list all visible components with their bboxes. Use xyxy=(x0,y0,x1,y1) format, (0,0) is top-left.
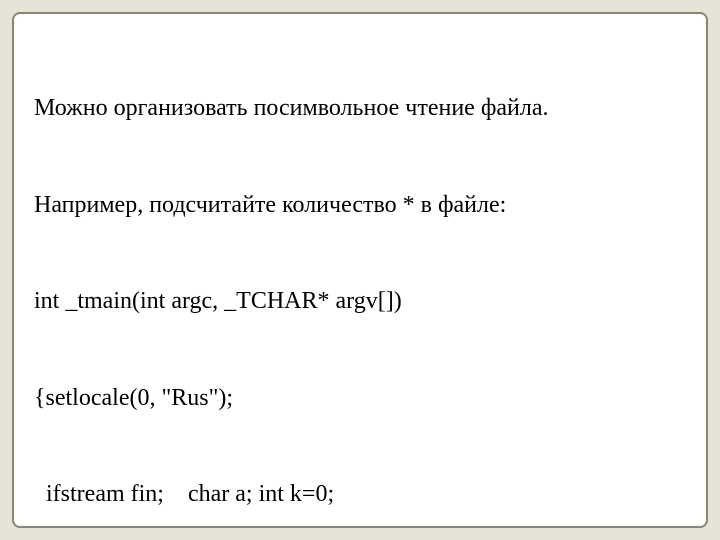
code-line: Можно организовать посимвольное чтение ф… xyxy=(34,92,686,124)
code-line: int _tmain(int argc, _TCHAR* argv[]) xyxy=(34,285,686,317)
code-line: {setlocale(0, "Rus"); xyxy=(34,382,686,414)
code-line: ifstream fin; char a; int k=0; xyxy=(34,478,686,510)
slide-background: Можно организовать посимвольное чтение ф… xyxy=(0,0,720,540)
code-line: Например, подсчитайте количество * в фай… xyxy=(34,189,686,221)
code-block: Можно организовать посимвольное чтение ф… xyxy=(34,28,686,540)
content-card: Можно организовать посимвольное чтение ф… xyxy=(12,12,708,528)
